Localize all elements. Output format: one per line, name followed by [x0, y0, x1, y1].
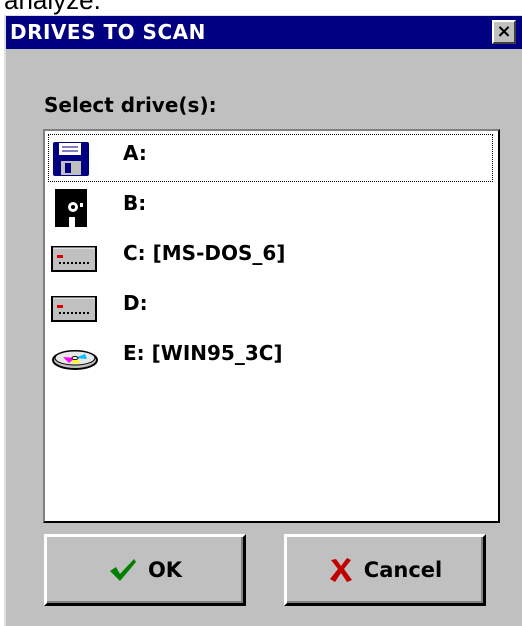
red-x-icon	[329, 558, 352, 582]
drive-label-d: D:	[123, 291, 148, 315]
drive-item-b[interactable]: B:	[47, 183, 494, 233]
ok-button[interactable]: OK	[44, 534, 246, 606]
dialog-title: DRIVES TO SCAN	[10, 20, 206, 44]
drive-item-d[interactable]: D:	[47, 283, 494, 333]
floppy-5.25-icon	[55, 189, 87, 227]
cancel-button-label: Cancel	[363, 558, 443, 582]
cancel-button[interactable]: Cancel	[284, 534, 486, 606]
hard-drive-icon	[51, 246, 97, 272]
ok-button-label: OK	[147, 558, 183, 582]
drive-label-b: B:	[123, 191, 147, 215]
close-icon: ×	[496, 21, 512, 42]
checkmark-icon	[109, 559, 136, 581]
drive-item-e[interactable]: E: [WIN95_3C]	[47, 333, 494, 383]
drive-item-a[interactable]: A:	[47, 133, 494, 183]
drive-item-c[interactable]: C: [MS-DOS_6]	[47, 233, 494, 283]
floppy-3.5-icon	[53, 142, 89, 176]
hard-drive-icon	[51, 296, 97, 322]
cd-rom-icon	[52, 350, 98, 370]
drives-to-scan-dialog: DRIVES TO SCAN × Select drive(s): A: B: …	[4, 15, 522, 626]
dialog-title-bar[interactable]: DRIVES TO SCAN ×	[6, 16, 522, 49]
drive-label-e: E: [WIN95_3C]	[123, 341, 283, 365]
drive-listbox[interactable]: A: B: C: [MS-DOS_6] D: E: [WIN95_3C]	[43, 129, 500, 523]
close-button[interactable]: ×	[492, 20, 516, 44]
drive-label-c: C: [MS-DOS_6]	[123, 241, 286, 265]
select-drives-label: Select drive(s):	[44, 93, 217, 117]
background-cropped-text: analyze.	[4, 0, 101, 15]
drive-label-a: A:	[123, 141, 147, 165]
